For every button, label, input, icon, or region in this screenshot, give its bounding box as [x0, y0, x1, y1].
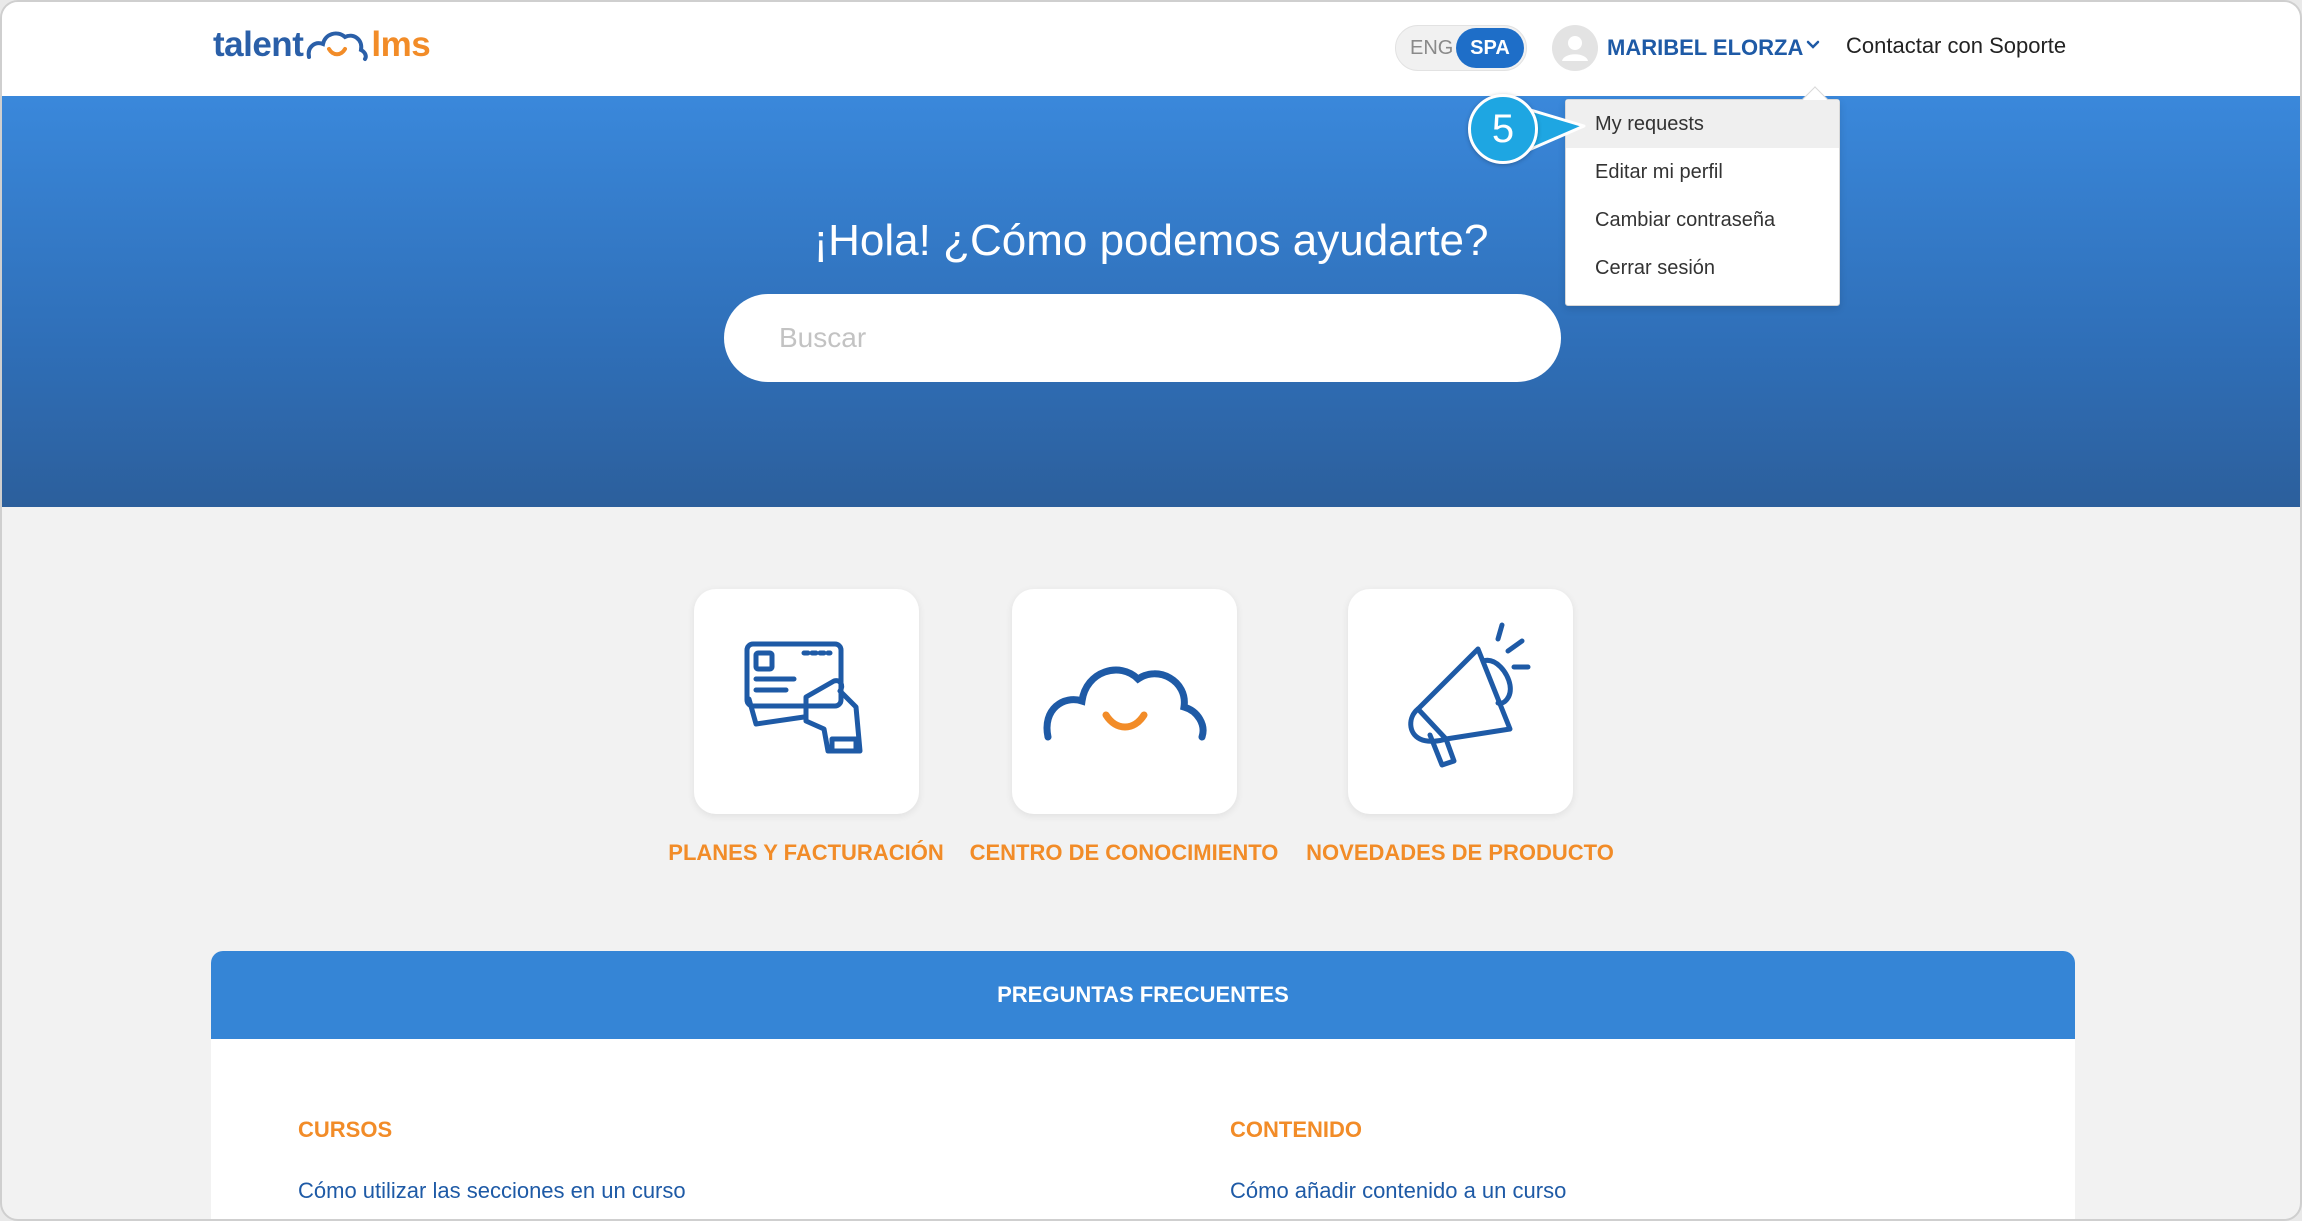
hero-banner: ¡Hola! ¿Cómo podemos ayudarte?: [2, 96, 2300, 507]
hero-title: ¡Hola! ¿Cómo podemos ayudarte?: [813, 216, 1489, 265]
logo-text-lms: lms: [371, 25, 431, 64]
logo-text-talent: talent: [213, 25, 304, 64]
lang-eng-option[interactable]: ENG: [1410, 26, 1453, 70]
user-menu-name[interactable]: MARIBEL ELORZA: [1607, 32, 1803, 64]
faq-category-cursos[interactable]: CURSOS: [298, 1117, 392, 1143]
menu-item-change-password[interactable]: Cambiar contraseña: [1566, 196, 1839, 244]
category-label-product-news[interactable]: NOVEDADES DE PRODUCTO: [1300, 838, 1620, 868]
category-label-billing[interactable]: PLANES Y FACTURACIÓN: [656, 838, 956, 868]
lang-spa-option[interactable]: SPA: [1456, 28, 1524, 68]
product-news-card[interactable]: [1348, 589, 1573, 814]
menu-item-my-requests[interactable]: My requests: [1566, 100, 1839, 148]
faq-title: PREGUNTAS FRECUENTES: [211, 951, 2075, 1039]
top-header: talent lms ENG SPA MARIBEL ELORZA Contac…: [2, 2, 2300, 96]
user-avatar-icon[interactable]: [1552, 25, 1598, 71]
credit-card-hand-icon: [744, 641, 863, 754]
chevron-down-icon[interactable]: [1806, 40, 1820, 50]
menu-item-logout[interactable]: Cerrar sesión: [1566, 244, 1839, 292]
logo-cloud-icon: [307, 31, 369, 61]
megaphone-icon: [1408, 622, 1531, 768]
user-dropdown-menu: My requests Editar mi perfil Cambiar con…: [1565, 86, 1840, 306]
support-link[interactable]: Contactar con Soporte: [1846, 28, 2066, 64]
faq-panel: PREGUNTAS FRECUENTES CURSOS Cómo utiliza…: [211, 951, 2075, 1219]
menu-item-edit-profile[interactable]: Editar mi perfil: [1566, 148, 1839, 196]
talentlms-logo[interactable]: talent lms: [213, 20, 431, 70]
billing-card[interactable]: [694, 589, 919, 814]
step-annotation-badge: 5: [1468, 94, 1538, 164]
faq-link[interactable]: Cómo añadir contenido a un curso: [1230, 1178, 1566, 1204]
search-input[interactable]: [724, 294, 1561, 382]
language-toggle[interactable]: ENG SPA: [1395, 25, 1527, 71]
category-label-knowledge[interactable]: CENTRO DE CONOCIMIENTO: [964, 838, 1284, 868]
faq-category-contenido[interactable]: CONTENIDO: [1230, 1117, 1362, 1143]
browser-frame: talent lms ENG SPA MARIBEL ELORZA Contac…: [0, 0, 2302, 1221]
faq-link[interactable]: Cómo utilizar las secciones en un curso: [298, 1178, 686, 1204]
knowledge-center-card[interactable]: [1012, 589, 1237, 814]
cloud-smile-icon: [1043, 666, 1207, 741]
